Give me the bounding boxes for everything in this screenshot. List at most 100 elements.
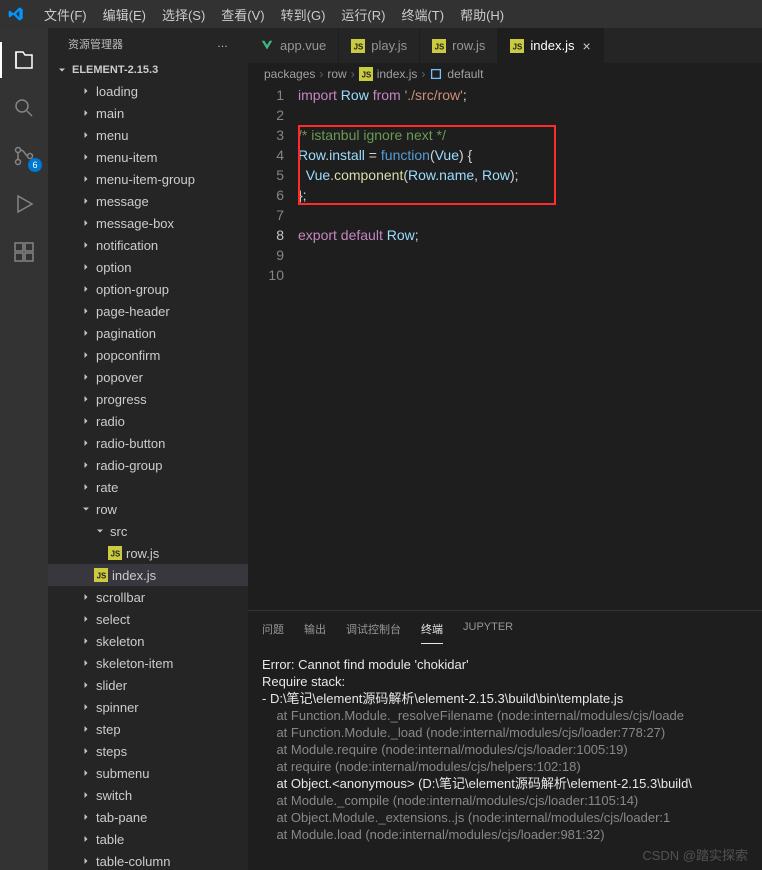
breadcrumb-item[interactable]: packages <box>264 67 315 81</box>
menu-item[interactable]: 转到(G) <box>273 8 334 23</box>
code-content[interactable]: import Row from './src/row';/* istanbul … <box>298 85 762 610</box>
tree-folder[interactable]: popconfirm <box>48 344 248 366</box>
terminal-output[interactable]: Error: Cannot find module 'chokidar'Requ… <box>248 644 762 870</box>
panel-tab[interactable]: 终端 <box>421 617 443 644</box>
chevron-right-icon <box>80 481 92 493</box>
tree-folder[interactable]: progress <box>48 388 248 410</box>
project-header[interactable]: ELEMENT-2.15.3 <box>48 60 248 80</box>
tree-folder[interactable]: table-column <box>48 850 248 870</box>
tree-folder[interactable]: step <box>48 718 248 740</box>
chevron-right-icon <box>80 305 92 317</box>
chevron-right-icon <box>80 283 92 295</box>
tree-folder[interactable]: menu <box>48 124 248 146</box>
tree-folder[interactable]: steps <box>48 740 248 762</box>
tab-label: index.js <box>530 38 574 53</box>
tree-folder[interactable]: switch <box>48 784 248 806</box>
panel-tab[interactable]: 输出 <box>304 617 326 644</box>
line-number: 7 <box>248 205 284 225</box>
panel-tab[interactable]: 调试控制台 <box>346 617 401 644</box>
tree-folder[interactable]: submenu <box>48 762 248 784</box>
chevron-down-icon <box>94 525 106 537</box>
chevron-right-icon <box>80 239 92 251</box>
tree-folder[interactable]: popover <box>48 366 248 388</box>
breadcrumb-item[interactable]: row <box>327 67 346 81</box>
tree-folder[interactable]: select <box>48 608 248 630</box>
terminal-line: at Function.Module._load (node:internal/… <box>262 724 748 741</box>
tree-folder[interactable]: radio <box>48 410 248 432</box>
terminal-line: Error: Cannot find module 'chokidar' <box>262 656 748 673</box>
js-file-icon: JS <box>94 568 108 582</box>
breadcrumbs[interactable]: packages›row›JSindex.js›default <box>248 63 762 85</box>
tree-folder[interactable]: rate <box>48 476 248 498</box>
tree-item-label: submenu <box>96 766 149 781</box>
chevron-right-icon <box>80 811 92 823</box>
terminal-line: at Module._compile (node:internal/module… <box>262 792 748 809</box>
vue-file-icon <box>260 39 274 53</box>
close-icon[interactable]: × <box>582 38 590 54</box>
tree-folder[interactable]: slider <box>48 674 248 696</box>
line-number: 3 <box>248 125 284 145</box>
tree-file[interactable]: JSindex.js <box>48 564 248 586</box>
tree-folder[interactable]: skeleton-item <box>48 652 248 674</box>
line-gutter: 12345678910 <box>248 85 298 610</box>
tree-folder[interactable]: message <box>48 190 248 212</box>
code-line[interactable]: import Row from './src/row'; <box>298 85 762 105</box>
source-control-icon[interactable]: 6 <box>12 144 36 168</box>
code-editor[interactable]: 12345678910 import Row from './src/row';… <box>248 85 762 610</box>
menu-item[interactable]: 查看(V) <box>213 8 272 23</box>
tree-item-label: slider <box>96 678 127 693</box>
search-icon[interactable] <box>12 96 36 120</box>
tree-folder[interactable]: message-box <box>48 212 248 234</box>
code-line[interactable] <box>298 105 762 125</box>
chevron-right-icon <box>80 151 92 163</box>
tree-folder[interactable]: main <box>48 102 248 124</box>
tree-folder[interactable]: spinner <box>48 696 248 718</box>
editor-tab[interactable]: JSplay.js <box>339 28 420 63</box>
panel-tab[interactable]: JUPYTER <box>463 617 513 644</box>
explorer-icon[interactable] <box>12 48 36 72</box>
breadcrumb-item[interactable]: JSindex.js <box>359 67 418 81</box>
tree-folder[interactable]: menu-item <box>48 146 248 168</box>
tree-folder[interactable]: table <box>48 828 248 850</box>
menu-item[interactable]: 文件(F) <box>36 8 95 23</box>
breadcrumb-item[interactable]: default <box>429 67 483 81</box>
tree-folder[interactable]: radio-button <box>48 432 248 454</box>
menu-item[interactable]: 帮助(H) <box>452 8 512 23</box>
tree-folder[interactable]: page-header <box>48 300 248 322</box>
tree-folder[interactable]: option-group <box>48 278 248 300</box>
svg-text:JS: JS <box>361 71 371 80</box>
code-line[interactable] <box>298 265 762 285</box>
tree-item-label: page-header <box>96 304 170 319</box>
line-number: 2 <box>248 105 284 125</box>
tree-file[interactable]: JSrow.js <box>48 542 248 564</box>
editor-tab[interactable]: JSindex.js× <box>498 28 603 63</box>
code-line[interactable] <box>298 245 762 265</box>
menu-item[interactable]: 编辑(E) <box>95 8 154 23</box>
tree-folder[interactable]: option <box>48 256 248 278</box>
tree-folder[interactable]: skeleton <box>48 630 248 652</box>
menu-item[interactable]: 运行(R) <box>333 8 393 23</box>
sidebar-more-icon[interactable]: … <box>217 38 228 50</box>
tree-folder[interactable]: pagination <box>48 322 248 344</box>
tree-item-label: pagination <box>96 326 156 341</box>
tree-folder[interactable]: row <box>48 498 248 520</box>
tree-folder[interactable]: loading <box>48 80 248 102</box>
editor-tab[interactable]: app.vue <box>248 28 339 63</box>
tree-folder[interactable]: tab-pane <box>48 806 248 828</box>
run-debug-icon[interactable] <box>12 192 36 216</box>
extensions-icon[interactable] <box>12 240 36 264</box>
tree-folder[interactable]: src <box>48 520 248 542</box>
tree-folder[interactable]: menu-item-group <box>48 168 248 190</box>
code-line[interactable]: export default Row; <box>298 225 762 245</box>
tree-item-label: menu-item <box>96 150 157 165</box>
tree-folder[interactable]: notification <box>48 234 248 256</box>
menu-item[interactable]: 选择(S) <box>154 8 213 23</box>
editor-tab[interactable]: JSrow.js <box>420 28 498 63</box>
menu-item[interactable]: 终端(T) <box>393 8 452 23</box>
tab-label: app.vue <box>280 38 326 53</box>
breadcrumb-separator: › <box>421 67 425 81</box>
tree-folder[interactable]: scrollbar <box>48 586 248 608</box>
tree-folder[interactable]: radio-group <box>48 454 248 476</box>
panel-tab[interactable]: 问题 <box>262 617 284 644</box>
code-line[interactable] <box>298 205 762 225</box>
